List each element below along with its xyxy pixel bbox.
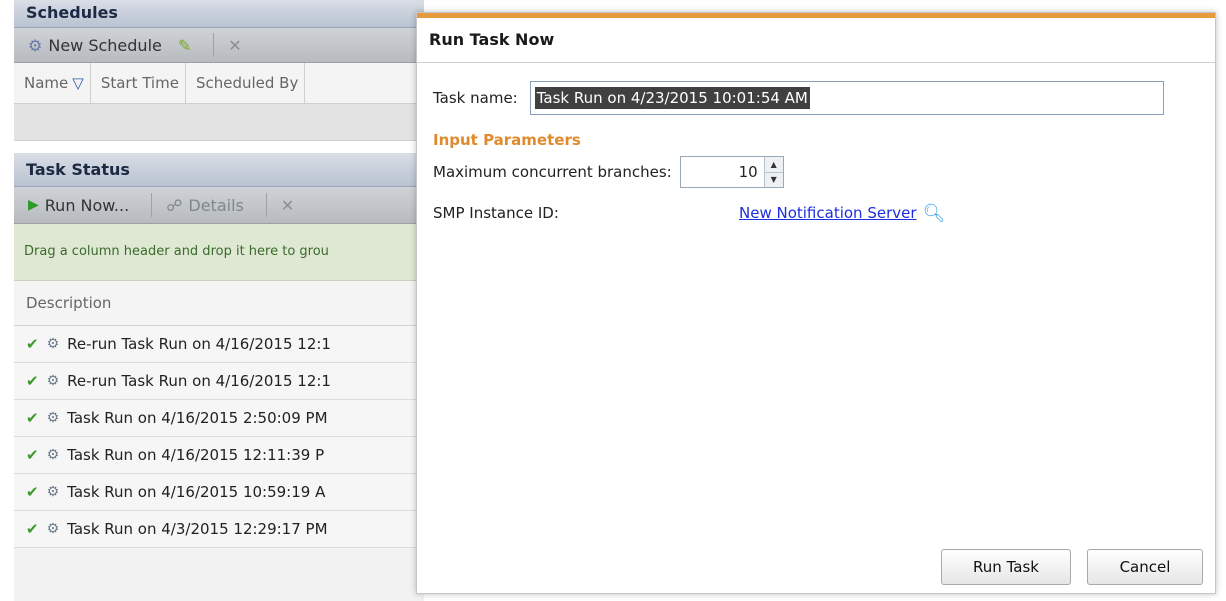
task-description: Re-run Task Run on 4/16/2015 12:1: [67, 372, 331, 390]
task-description: Task Run on 4/16/2015 2:50:09 PM: [67, 409, 328, 427]
delete-task-button[interactable]: ✕: [277, 187, 306, 223]
task-name-row: Task name: Task Run on 4/23/2015 10:01:5…: [433, 81, 1199, 115]
table-row[interactable]: ✔ ⚙ Re-run Task Run on 4/16/2015 12:1: [14, 363, 424, 400]
smp-instance-link[interactable]: New Notification Server: [739, 204, 917, 222]
checkmark-icon: ✔: [26, 372, 39, 390]
smp-instance-label: SMP Instance ID:: [433, 204, 559, 222]
background-console: Schedules ⚙ New Schedule ✎ ✕ Name ▽ Star…: [14, 0, 424, 601]
edit-schedule-button[interactable]: ✎: [174, 28, 203, 62]
checkmark-icon: ✔: [26, 446, 39, 464]
task-description: Task Run on 4/3/2015 12:29:17 PM: [67, 520, 328, 538]
schedules-empty-row: [14, 104, 424, 141]
toolbar-separator: [265, 193, 267, 217]
checkmark-icon: ✔: [26, 335, 39, 353]
pencil-icon: ✎: [177, 35, 192, 55]
toolbar-separator: [213, 33, 215, 57]
gear-icon: ⚙: [46, 336, 60, 352]
magnifier-icon[interactable]: 🔍︎: [923, 203, 946, 224]
task-name-value: Task Run on 4/23/2015 10:01:54 AM: [534, 87, 810, 109]
task-status-list: ✔ ⚙ Re-run Task Run on 4/16/2015 12:1 ✔ …: [14, 326, 424, 548]
details-label: Details: [188, 195, 244, 215]
checkmark-icon: ✔: [26, 520, 39, 538]
column-header-description[interactable]: Description: [14, 281, 424, 326]
table-row[interactable]: ✔ ⚙ Task Run on 4/16/2015 2:50:09 PM: [14, 400, 424, 437]
column-header-name[interactable]: Name ▽: [14, 63, 91, 103]
close-icon: ✕: [228, 35, 242, 55]
schedules-panel-title: Schedules: [14, 0, 424, 28]
gear-icon: ⚙: [46, 521, 60, 537]
max-branches-row: Maximum concurrent branches: 10 ▲ ▼: [433, 155, 1199, 189]
table-row[interactable]: ✔ ⚙ Re-run Task Run on 4/16/2015 12:1: [14, 326, 424, 363]
toolbar-separator: [151, 193, 153, 217]
schedules-toolbar: ⚙ New Schedule ✎ ✕: [14, 28, 424, 63]
task-name-input[interactable]: Task Run on 4/23/2015 10:01:54 AM: [529, 81, 1164, 115]
run-task-button[interactable]: Run Task: [941, 549, 1071, 585]
delete-schedule-button[interactable]: ✕: [224, 28, 253, 62]
task-name-label: Task name:: [433, 89, 518, 107]
column-header-start-time[interactable]: Start Time: [91, 63, 186, 103]
decrement-arrow-icon[interactable]: ▼: [764, 171, 783, 187]
details-icon: ☍: [166, 195, 183, 215]
task-status-toolbar: ▶ Run Now... ☍ Details ✕: [14, 187, 424, 224]
increment-arrow-icon[interactable]: ▲: [764, 157, 783, 172]
dialog-body: Task name: Task Run on 4/23/2015 10:01:5…: [417, 81, 1215, 227]
close-icon: ✕: [280, 195, 295, 215]
table-row[interactable]: ✔ ⚙ Task Run on 4/16/2015 10:59:19 A: [14, 474, 424, 511]
checkmark-icon: ✔: [26, 409, 39, 427]
details-button[interactable]: ☍ Details: [162, 187, 256, 223]
input-parameters-heading: Input Parameters: [433, 131, 581, 149]
gear-icon: ⚙: [46, 410, 60, 426]
group-by-drop-area[interactable]: Drag a column header and drop it here to…: [14, 224, 424, 281]
task-description: Re-run Task Run on 4/16/2015 12:1: [67, 335, 331, 353]
max-branches-stepper[interactable]: 10 ▲ ▼: [679, 156, 784, 188]
run-now-button[interactable]: ▶ Run Now...: [24, 187, 141, 223]
gear-icon: ⚙: [46, 447, 60, 463]
dialog-title: Run Task Now: [417, 18, 1215, 63]
new-schedule-label: New Schedule: [48, 35, 162, 55]
schedules-column-headers: Name ▽ Start Time Scheduled By: [14, 63, 424, 104]
table-row[interactable]: ✔ ⚙ Task Run on 4/3/2015 12:29:17 PM: [14, 511, 424, 548]
max-branches-value[interactable]: 10: [681, 163, 764, 181]
gear-icon: ⚙: [46, 484, 60, 500]
task-description: Task Run on 4/16/2015 10:59:19 A: [67, 483, 326, 501]
task-status-panel-title: Task Status: [14, 153, 424, 187]
task-description: Task Run on 4/16/2015 12:11:39 P: [67, 446, 325, 464]
max-branches-label: Maximum concurrent branches:: [433, 163, 672, 181]
play-icon: ▶: [28, 197, 39, 213]
cancel-button[interactable]: Cancel: [1087, 549, 1203, 585]
column-header-scheduled-by[interactable]: Scheduled By: [186, 63, 306, 103]
run-now-label: Run Now...: [44, 195, 130, 215]
table-row[interactable]: ✔ ⚙ Task Run on 4/16/2015 12:11:39 P: [14, 437, 424, 474]
new-schedule-button[interactable]: ⚙ New Schedule: [24, 28, 174, 62]
user-clock-icon: ⚙: [28, 35, 43, 55]
funnel-icon[interactable]: ▽: [72, 74, 84, 92]
run-task-now-dialog: Run Task Now Task name: Task Run on 4/23…: [416, 12, 1216, 594]
checkmark-icon: ✔: [26, 483, 39, 501]
gear-icon: ⚙: [46, 373, 60, 389]
smp-instance-row: SMP Instance ID: New Notification Server…: [433, 199, 1199, 227]
